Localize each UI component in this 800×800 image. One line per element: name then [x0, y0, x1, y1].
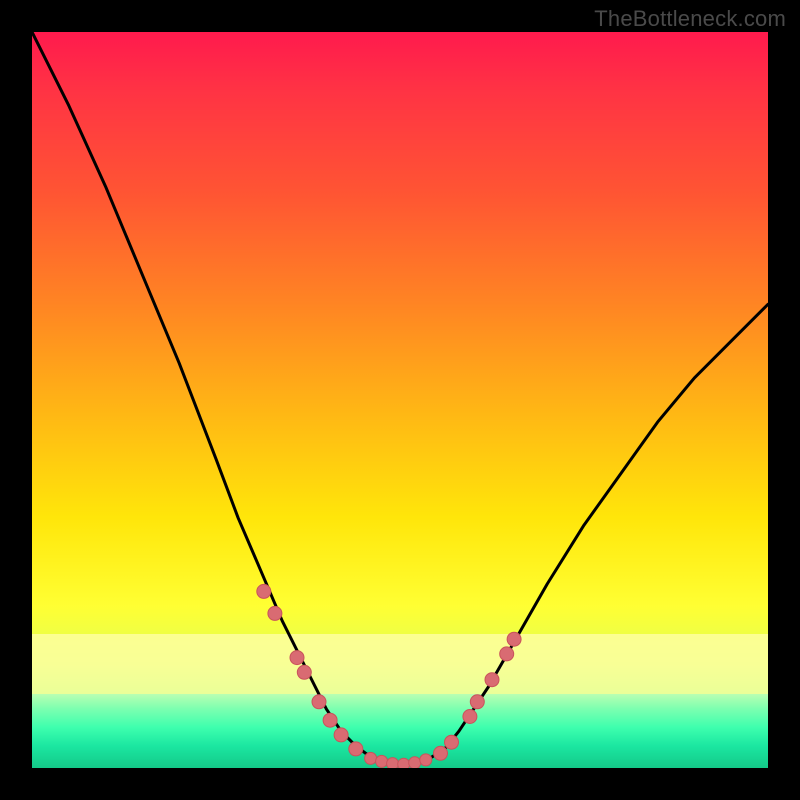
data-point — [257, 584, 271, 598]
highlight-band-yellow — [32, 634, 768, 694]
watermark-text: TheBottleneck.com — [594, 6, 786, 32]
data-point — [268, 606, 282, 620]
chart-frame: TheBottleneck.com — [0, 0, 800, 800]
highlight-band-green — [32, 694, 768, 768]
plot-area — [32, 32, 768, 768]
